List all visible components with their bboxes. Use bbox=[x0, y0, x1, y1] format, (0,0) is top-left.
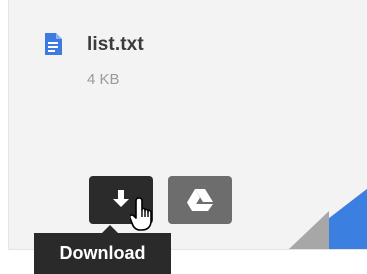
download-tooltip: Download bbox=[34, 233, 171, 274]
file-preview-stage: list.txt 4 KB Download bbox=[0, 0, 367, 274]
file-name: list.txt bbox=[87, 34, 144, 55]
download-arrow-icon bbox=[113, 190, 129, 207]
file-size: 4 KB bbox=[87, 71, 120, 88]
google-drive-icon bbox=[187, 189, 213, 211]
file-card[interactable]: list.txt 4 KB bbox=[8, 0, 367, 250]
page-fold-corner-icon bbox=[289, 189, 367, 249]
document-icon bbox=[45, 33, 62, 55]
hand-pointer-cursor-icon bbox=[130, 197, 152, 231]
save-to-drive-button[interactable] bbox=[168, 176, 232, 224]
tooltip-arrow bbox=[102, 225, 118, 233]
